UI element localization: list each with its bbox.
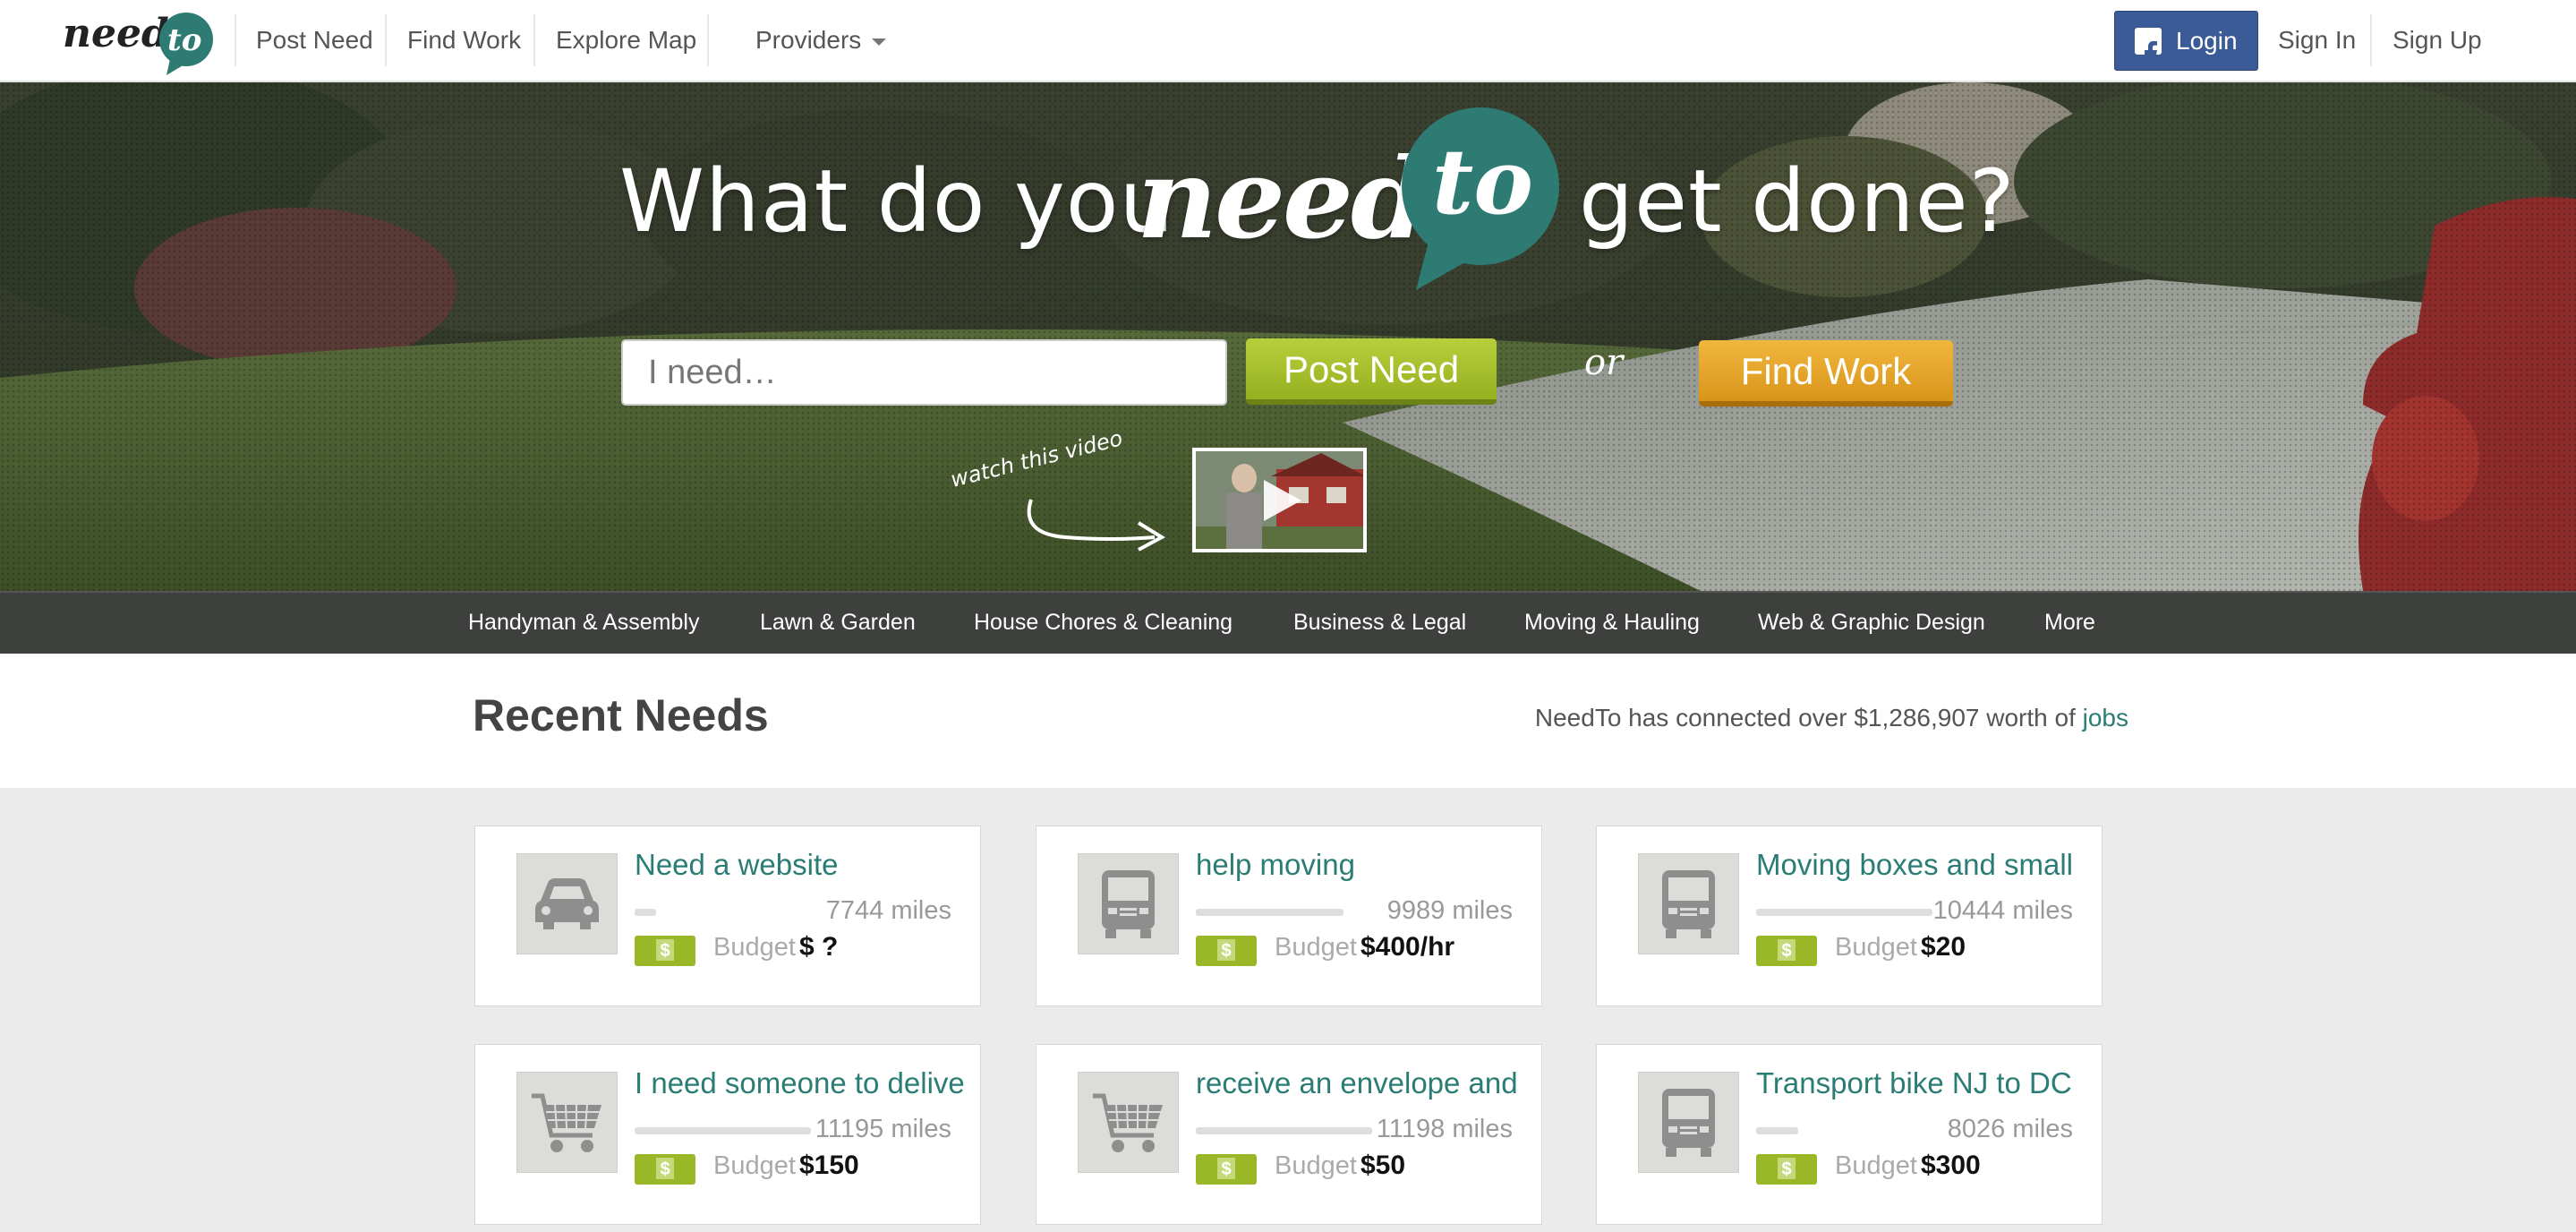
need-search-input[interactable] <box>621 339 1227 406</box>
login-label: Login <box>2176 27 2238 55</box>
video-thumbnail[interactable] <box>1192 448 1367 552</box>
play-icon <box>1264 480 1301 521</box>
nav-explore-map[interactable]: Explore Map <box>556 0 696 81</box>
distance-bar <box>1756 909 1932 916</box>
budget-dollar-icon: $ <box>1196 936 1257 966</box>
connected-stats: NeedTo has connected over $1,286,907 wor… <box>1535 704 2128 732</box>
budget-value: $50 <box>1361 1151 1406 1180</box>
need-title[interactable]: Moving boxes and small <box>1756 848 2087 882</box>
nav-providers-label: Providers <box>755 26 862 54</box>
nav-divider <box>235 14 236 66</box>
need-title[interactable]: Need a website <box>635 848 966 882</box>
need-title[interactable]: Transport bike NJ to DC <box>1756 1066 2087 1100</box>
category-moving-hauling[interactable]: Moving & Hauling <box>1524 593 1700 654</box>
nav-divider <box>385 14 387 66</box>
budget-value: $20 <box>1921 932 1966 962</box>
distance-bar <box>635 1127 811 1134</box>
need-card[interactable]: I need someone to deliver 11195 miles $ Bud… <box>474 1044 981 1225</box>
nav-divider <box>707 14 709 66</box>
category-house-chores[interactable]: House Chores & Cleaning <box>974 593 1233 654</box>
category-business-legal[interactable]: Business & Legal <box>1293 593 1466 654</box>
need-thumbnail <box>1638 853 1739 954</box>
category-web-design[interactable]: Web & Graphic Design <box>1758 593 1985 654</box>
need-card[interactable]: Need a website 7744 miles $ Budget $ ? <box>474 826 981 1006</box>
chevron-down-icon <box>872 38 887 46</box>
headline-need: need <box>1137 134 1429 264</box>
category-lawn-garden[interactable]: Lawn & Garden <box>760 593 916 654</box>
budget-label: Budget <box>713 933 796 962</box>
recent-needs-title: Recent Needs <box>473 690 769 740</box>
budget-dollar-icon: $ <box>1756 1154 1817 1185</box>
need-title[interactable]: I need someone to deliver <box>635 1066 966 1100</box>
budget-dollar-icon: $ <box>635 1154 695 1185</box>
distance-miles: 11195 miles <box>815 1115 951 1143</box>
svg-text:to: to <box>167 22 201 58</box>
category-handyman[interactable]: Handyman & Assembly <box>468 593 699 654</box>
nav-find-work[interactable]: Find Work <box>407 0 521 81</box>
nav-post-need[interactable]: Post Need <box>256 0 373 81</box>
category-more[interactable]: More <box>2044 593 2095 654</box>
need-title[interactable]: receive an envelope and <box>1196 1066 1527 1100</box>
headline-left: What do you <box>619 151 1175 252</box>
budget-label: Budget <box>1275 1151 1357 1180</box>
need-thumbnail <box>516 1072 618 1173</box>
jobs-link[interactable]: jobs <box>2083 704 2128 732</box>
budget-value: $300 <box>1921 1151 1981 1180</box>
need-card[interactable]: Transport bike NJ to DC 8026 miles $ Budget… <box>1596 1044 2103 1225</box>
nav-divider <box>533 14 535 66</box>
need-thumbnail <box>516 853 618 954</box>
need-thumbnail <box>1638 1072 1739 1173</box>
distance-miles: 7744 miles <box>825 896 951 925</box>
nav-sign-in[interactable]: Sign In <box>2278 0 2356 81</box>
budget-value: $ ? <box>799 932 839 962</box>
budget-value: $400/hr <box>1361 932 1455 962</box>
svg-text:need: need <box>63 11 169 56</box>
budget-dollar-icon: $ <box>1196 1154 1257 1185</box>
budget-label: Budget <box>1835 933 1917 962</box>
post-need-button[interactable]: Post Need <box>1246 338 1497 405</box>
distance-miles: 11198 miles <box>1376 1115 1513 1143</box>
budget-label: Budget <box>1835 1151 1917 1180</box>
distance-bar <box>1756 1127 1798 1134</box>
distance-bar <box>635 909 656 916</box>
category-bar: Handyman & Assembly Lawn & Garden House … <box>0 591 2576 654</box>
budget-label: Budget <box>713 1151 796 1180</box>
top-navigation: need to Post Need Find Work Explore Map … <box>0 0 2576 82</box>
distance-bar <box>1196 909 1343 916</box>
facebook-icon <box>2135 28 2162 55</box>
need-title[interactable]: help moving <box>1196 848 1527 882</box>
find-work-button[interactable]: Find Work <box>1699 340 1953 406</box>
needto-logo[interactable]: need to <box>61 7 213 77</box>
need-card[interactable]: receive an envelope and 11198 miles $ Budge… <box>1036 1044 1542 1225</box>
distance-miles: 9989 miles <box>1386 896 1513 925</box>
headline-right: get done? <box>1579 151 2016 252</box>
nav-providers-dropdown[interactable]: Providers <box>755 0 887 81</box>
budget-label: Budget <box>1275 933 1357 962</box>
facebook-login-button[interactable]: Login <box>2114 11 2258 71</box>
distance-miles: 8026 miles <box>1947 1115 2073 1143</box>
or-separator: or <box>1584 342 1624 383</box>
curved-arrow-icon <box>1027 499 1166 552</box>
nav-sign-up[interactable]: Sign Up <box>2393 0 2482 81</box>
distance-bar <box>1196 1127 1372 1134</box>
need-thumbnail <box>1078 1072 1179 1173</box>
nav-divider <box>2370 14 2372 66</box>
need-thumbnail <box>1078 853 1179 954</box>
need-card[interactable]: help moving 9989 miles $ Budget $400/hr <box>1036 826 1542 1006</box>
budget-dollar-icon: $ <box>635 936 695 966</box>
budget-dollar-icon: $ <box>1756 936 1817 966</box>
connected-text: NeedTo has connected over $1,286,907 wor… <box>1534 704 2076 732</box>
need-card[interactable]: Moving boxes and small 10444 miles $ Budget… <box>1596 826 2103 1006</box>
hero-banner: What do you need to get done? Post Need … <box>0 82 2576 591</box>
headline-to: to <box>1432 129 1533 235</box>
budget-value: $150 <box>799 1151 859 1180</box>
distance-miles: 10444 miles <box>1932 896 2073 925</box>
